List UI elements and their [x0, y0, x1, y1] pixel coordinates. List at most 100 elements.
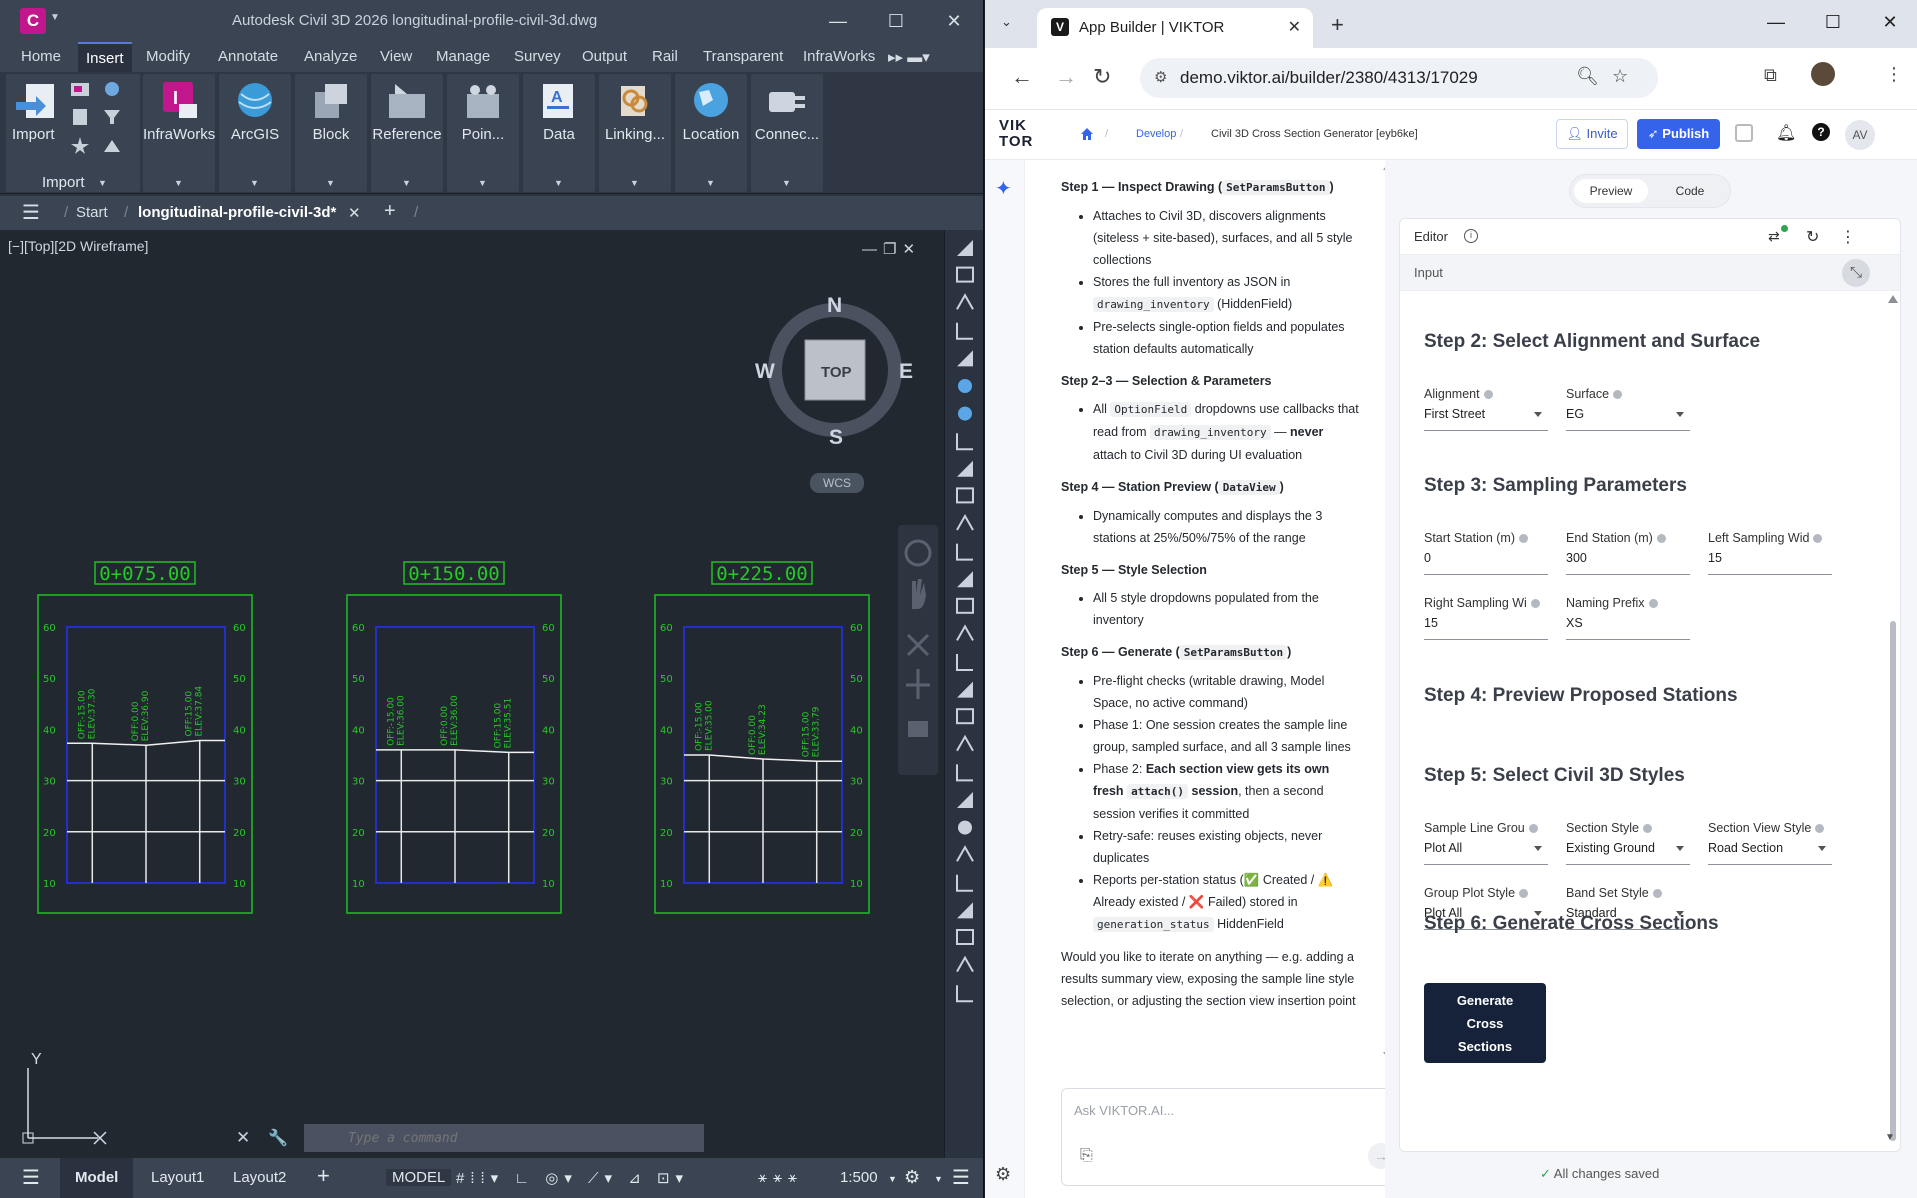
palette-tool-icon[interactable]: [956, 487, 974, 504]
ribbon-tab-transparent[interactable]: Transparent: [703, 48, 783, 65]
info-icon[interactable]: [1483, 390, 1493, 400]
chevron-down-icon[interactable]: ▼: [934, 1174, 943, 1184]
bookmark-star-icon[interactable]: ☆: [1612, 66, 1628, 87]
tab-start[interactable]: Start: [76, 204, 108, 221]
close-icon[interactable]: ✕: [236, 1128, 256, 1148]
refresh-icon[interactable]: ↻: [1806, 227, 1819, 247]
naming-prefix-field[interactable]: Naming Prefix XS: [1566, 596, 1690, 640]
ribbon-tab-insert[interactable]: Insert: [78, 42, 132, 72]
palette-tool-icon[interactable]: [958, 406, 972, 421]
start-station-field[interactable]: Start Station (m) 0: [1424, 531, 1548, 575]
ribbon-tab-survey[interactable]: Survey: [514, 48, 561, 65]
chevron-down-icon[interactable]: ▼: [250, 178, 259, 188]
tab-preview[interactable]: Preview: [1574, 179, 1648, 203]
maximize-icon[interactable]: ☐: [878, 8, 914, 34]
layout2-tab[interactable]: Layout2: [233, 1169, 286, 1186]
orbit-icon[interactable]: [906, 669, 930, 699]
reload-icon[interactable]: ↻: [1093, 64, 1111, 90]
palette-tool-icon[interactable]: [956, 322, 973, 340]
showmotion-icon[interactable]: [908, 721, 928, 737]
zoom-icon[interactable]: [906, 633, 930, 657]
user-avatar[interactable]: AV: [1845, 120, 1875, 150]
viewcube-compass[interactable]: TOP N S E W: [755, 290, 915, 450]
chevron-down-icon[interactable]: ▼: [174, 178, 183, 188]
import-button-label[interactable]: Import: [12, 126, 55, 143]
palette-tool-icon[interactable]: [957, 460, 973, 477]
preview-window-icon[interactable]: [1735, 124, 1753, 142]
close-icon[interactable]: ✕: [936, 8, 972, 34]
palette-tool-icon[interactable]: [956, 543, 973, 561]
forward-icon[interactable]: →: [1055, 64, 1077, 90]
info-icon[interactable]: i: [1464, 229, 1478, 243]
info-icon[interactable]: [1519, 889, 1529, 899]
tool-palette-icons[interactable]: [945, 230, 984, 1158]
compass-north[interactable]: N: [827, 294, 842, 317]
live-sync-icon[interactable]: ⇄: [1768, 228, 1780, 245]
info-icon[interactable]: [1613, 390, 1623, 400]
palette-tool-icon[interactable]: [956, 513, 974, 531]
editor-scrollbar[interactable]: [1886, 291, 1900, 1151]
section-view-2[interactable]: 0+150.00 60 60 50 50 40 40 30 30 20 20 10 10 OFF:-15.…: [346, 560, 566, 920]
palette-tool-icon[interactable]: [957, 792, 973, 808]
annotation-icons[interactable]: ⚹⚹⚹: [758, 1169, 803, 1186]
compass-west[interactable]: W: [755, 360, 775, 383]
section-view-style-select[interactable]: Road Section: [1708, 841, 1832, 865]
info-icon[interactable]: [1656, 534, 1666, 544]
wrench-icon[interactable]: 🔧: [268, 1128, 288, 1148]
ribbon-tab-rail[interactable]: Rail: [652, 48, 678, 65]
tab-close-icon[interactable]: ✕: [348, 204, 361, 222]
info-icon[interactable]: [1813, 534, 1823, 544]
chevron-down-icon[interactable]: ▼: [402, 178, 411, 188]
home-icon[interactable]: [1080, 127, 1094, 141]
palette-tool-icon[interactable]: [958, 820, 972, 835]
palette-tool-icon[interactable]: [957, 681, 973, 698]
app-menu-chevron-icon[interactable]: ▼: [50, 12, 60, 23]
chat-messages[interactable]: Step 1 — Inspect Drawing (SetParamsButto…: [1025, 160, 1385, 1060]
palette-tool-icon[interactable]: [957, 902, 973, 919]
palette-tool-icon[interactable]: [956, 764, 973, 782]
connect-button[interactable]: Connec... ▼: [751, 74, 823, 192]
hamburger-icon[interactable]: ☰: [22, 1165, 40, 1190]
layout1-tab[interactable]: Layout1: [151, 1169, 204, 1186]
end-station-input[interactable]: 300: [1566, 551, 1690, 575]
info-icon[interactable]: [1648, 599, 1658, 609]
alignment-field[interactable]: Alignment First Street: [1424, 387, 1548, 431]
palette-tool-icon[interactable]: [958, 379, 972, 393]
section-style-select[interactable]: Existing Ground: [1566, 841, 1690, 865]
help-icon[interactable]: ?: [1812, 123, 1830, 141]
sample-line-group-select[interactable]: Plot All: [1424, 841, 1548, 865]
pan-icon[interactable]: [912, 579, 926, 609]
minimize-icon[interactable]: —: [820, 8, 856, 34]
steering-wheel-icon[interactable]: [904, 539, 932, 567]
ribbon-tab-view[interactable]: View: [380, 48, 412, 65]
left-width-input[interactable]: 15: [1708, 551, 1832, 575]
crumb-develop[interactable]: Develop: [1136, 128, 1176, 140]
gear-icon[interactable]: ⚙: [995, 1164, 1011, 1185]
surface-field[interactable]: Surface EG: [1566, 387, 1690, 431]
civil3d-logo[interactable]: C: [20, 8, 46, 34]
collapse-icon[interactable]: ⤡: [1842, 259, 1870, 287]
scroll-down-icon[interactable]: ▼: [1885, 1132, 1895, 1143]
filter-icon[interactable]: [102, 108, 124, 126]
chevron-down-icon[interactable]: ▼: [782, 178, 791, 188]
info-icon[interactable]: [1530, 599, 1540, 609]
import-group-chevron-icon[interactable]: ▼: [98, 178, 107, 188]
chat-input[interactable]: Ask VIKTOR.AI... ⎘ →: [1061, 1088, 1407, 1186]
geo-import-icon[interactable]: [102, 136, 124, 154]
site-info-icon[interactable]: ⚙: [1154, 68, 1167, 86]
ribbon-overflow-icon[interactable]: ▸▸ ▬▾: [888, 48, 930, 66]
zoom-icon[interactable]: 🔍︎: [1576, 66, 1599, 87]
palette-tool-icon[interactable]: [956, 874, 973, 892]
viktor-logo[interactable]: VIK TOR: [999, 118, 1033, 150]
info-icon[interactable]: [1642, 824, 1652, 834]
ribbon-tab-home[interactable]: Home: [21, 48, 61, 65]
alignment-select[interactable]: First Street: [1424, 407, 1548, 431]
points-button[interactable]: Poin... ▼: [447, 74, 519, 192]
naming-prefix-input[interactable]: XS: [1566, 616, 1690, 640]
ribbon-tab-output[interactable]: Output: [582, 48, 627, 65]
palette-tool-icon[interactable]: [956, 985, 973, 1003]
palette-tool-icon[interactable]: [957, 571, 973, 588]
star-icon[interactable]: [70, 136, 92, 154]
infraworks-button[interactable]: I InfraWorks ▼: [143, 74, 215, 192]
palette-tool-icon[interactable]: [957, 350, 973, 367]
